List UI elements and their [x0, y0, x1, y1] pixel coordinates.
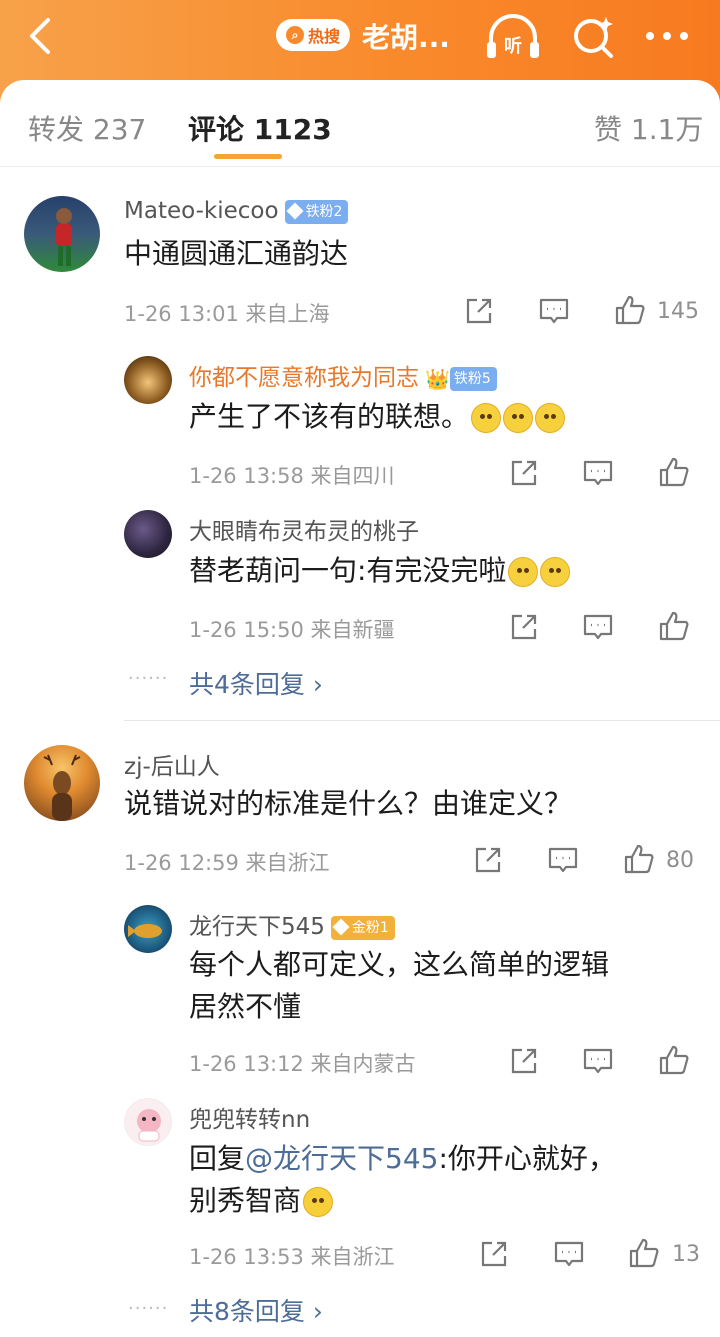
hot-search-tag[interactable]: ⌕ 热搜 — [276, 19, 350, 51]
smirk-emoji-icon — [303, 1187, 334, 1217]
reply-text: 每个人都可定义，这么简单的逻辑 — [189, 948, 610, 981]
comment-icon[interactable] — [582, 1045, 614, 1077]
tab-active-indicator — [214, 154, 282, 159]
mention-link[interactable]: @龙行天下545 — [245, 1142, 438, 1175]
reply-dots: ······ — [128, 668, 169, 689]
like-count: 80 — [666, 848, 694, 873]
comment-icon[interactable] — [553, 1238, 585, 1270]
diamond-icon — [286, 202, 304, 219]
listen-label: 听 — [504, 35, 522, 57]
like-icon[interactable] — [658, 1044, 690, 1076]
tab-bar: 转发 237 评论 1123 赞 1.1万 — [0, 80, 720, 166]
reply-username[interactable]: 龙行天下545 金粉1 — [189, 907, 395, 941]
tab-comments[interactable]: 评论 1123 — [188, 108, 332, 148]
share-icon[interactable] — [508, 611, 540, 643]
share-icon[interactable] — [508, 1045, 540, 1077]
like-icon[interactable] — [614, 294, 646, 326]
reply-text: 回复@龙行天下545:你开心就好， — [189, 1142, 616, 1175]
fan-badge: 铁粉5 — [449, 366, 497, 391]
fan-badge: 铁粉2 — [284, 199, 349, 224]
crown-icon: 👑 — [425, 366, 450, 391]
comment-username[interactable]: Mateo-kiecoo 铁粉2 — [124, 198, 349, 224]
share-icon[interactable] — [472, 844, 504, 876]
avatar[interactable] — [124, 356, 172, 404]
page-title: 老胡... — [362, 21, 450, 54]
ai-search-icon[interactable] — [570, 14, 616, 60]
reply-text: 产生了不该有的联想。 — [189, 396, 566, 438]
reply-meta: 1-26 13:53 来自浙江 — [189, 1245, 395, 1269]
comment-text: 说错说对的标准是什么？由谁定义？ — [124, 787, 573, 820]
reply-text-line2: 居然不懂 — [189, 990, 302, 1023]
comment-username[interactable]: zj-后山人 — [124, 747, 220, 781]
doge-emoji-icon — [508, 557, 539, 587]
chevron-right-icon: › — [312, 1297, 323, 1326]
doge-emoji-icon — [535, 403, 566, 433]
share-icon[interactable] — [463, 295, 495, 327]
divider — [124, 720, 720, 721]
comment-icon[interactable] — [547, 844, 579, 876]
like-count: 145 — [657, 299, 699, 324]
tab-reposts[interactable]: 转发 237 — [28, 108, 146, 148]
doge-emoji-icon — [540, 557, 571, 587]
avatar[interactable] — [124, 510, 172, 558]
comment-text: 中通圆通汇通韵达 — [124, 237, 349, 270]
gem-icon — [332, 918, 350, 935]
reply-meta: 1-26 13:58 来自四川 — [189, 464, 395, 488]
reply-username[interactable]: 大眼睛布灵布灵的桃子 — [189, 512, 419, 546]
avatar[interactable] — [24, 745, 100, 821]
reply-username[interactable]: 你都不愿意称我为同志 👑 铁粉5 — [189, 358, 497, 392]
comment-icon[interactable] — [538, 295, 570, 327]
reply-username[interactable]: 兜兜转转nn — [189, 1100, 310, 1134]
tab-likes[interactable]: 赞 1.1万 — [594, 108, 703, 148]
share-icon[interactable] — [478, 1238, 510, 1270]
avatar[interactable] — [24, 196, 100, 272]
more-replies-link[interactable]: 共8条回复 › — [189, 1292, 323, 1328]
divider — [0, 166, 720, 167]
avatar[interactable] — [124, 1098, 172, 1146]
like-icon[interactable] — [628, 1237, 660, 1269]
fan-badge: 金粉1 — [330, 915, 395, 940]
comment-meta: 1-26 13:01 来自上海 — [124, 302, 330, 326]
share-icon[interactable] — [508, 457, 540, 489]
headphones-icon[interactable]: 听 — [484, 12, 542, 62]
doge-emoji-icon — [471, 403, 502, 433]
search-icon: ⌕ — [285, 26, 304, 44]
comment-icon[interactable] — [582, 457, 614, 489]
more-replies-link[interactable]: 共4条回复 › — [189, 665, 323, 701]
like-icon[interactable] — [658, 610, 690, 642]
reply-meta: 1-26 13:12 来自内蒙古 — [189, 1052, 416, 1076]
reply-text: 替老葫问一句:有完没完啦 — [189, 550, 571, 592]
hot-search-label: 热搜 — [307, 27, 340, 46]
reply-dots: ······ — [128, 1298, 169, 1319]
reply-text-line2: 别秀智商 — [189, 1180, 334, 1222]
avatar[interactable] — [124, 905, 172, 953]
comment-icon[interactable] — [582, 611, 614, 643]
more-icon[interactable] — [642, 18, 692, 54]
reply-meta: 1-26 15:50 来自新疆 — [189, 618, 395, 642]
like-count: 13 — [672, 1242, 700, 1267]
back-icon[interactable] — [22, 14, 62, 58]
like-icon[interactable] — [658, 456, 690, 488]
chevron-right-icon: › — [312, 670, 323, 699]
like-icon[interactable] — [623, 843, 655, 875]
comment-meta: 1-26 12:59 来自浙江 — [124, 851, 330, 875]
doge-emoji-icon — [503, 403, 534, 433]
